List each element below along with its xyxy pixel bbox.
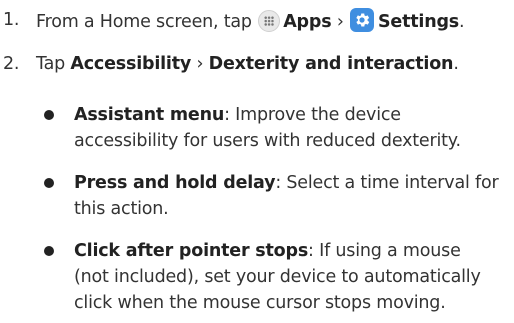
bullet-text: Click after pointer stops: If using a mo… [74,238,514,316]
step-text: Tap Accessibility › Dexterity and intera… [36,52,459,76]
step-text: From a Home screen, tap Apps › Settings. [36,8,465,34]
dexterity-label: Dexterity and interaction [208,54,454,74]
bullet-line: accessibility for users with reduced dex… [74,131,461,151]
bullet-line: : If using a mouse [308,241,461,261]
bullet-dot-icon [44,110,54,120]
bullet-dot-icon [44,178,54,188]
step-1-pre: From a Home screen, tap [36,12,252,32]
step-number: 1. [3,10,20,30]
separator: › [336,12,344,32]
gear-icon [350,8,374,32]
bullet-line: : Improve the device [224,105,401,125]
bullet-dot-icon [44,246,54,256]
bullet-text: Press and hold delay: Select a time inte… [74,170,514,222]
bullet-line: : Select a time interval for [275,173,499,193]
bullet-title: Click after pointer stops [74,241,309,261]
apps-grid-icon [258,10,281,32]
bullet-line: this action. [74,199,169,219]
bullet-line: (not included), set your device to autom… [74,267,481,287]
bullet-text: Assistant menu: Improve the device acces… [74,102,514,154]
step-number: 2. [3,54,20,74]
separator: › [196,54,204,74]
bullet-title: Assistant menu [74,105,225,125]
bullet-title: Press and hold delay [74,173,276,193]
settings-label: Settings [378,12,460,32]
step-1-end: . [459,12,465,32]
step-2-pre: Tap [36,54,66,74]
step-2-end: . [453,54,459,74]
bullet-line: click when the mouse cursor stops moving… [74,293,446,313]
accessibility-label: Accessibility [70,54,192,74]
apps-label: Apps [283,12,332,32]
instruction-document: 1. From a Home screen, tap Apps › Settin… [0,0,514,323]
